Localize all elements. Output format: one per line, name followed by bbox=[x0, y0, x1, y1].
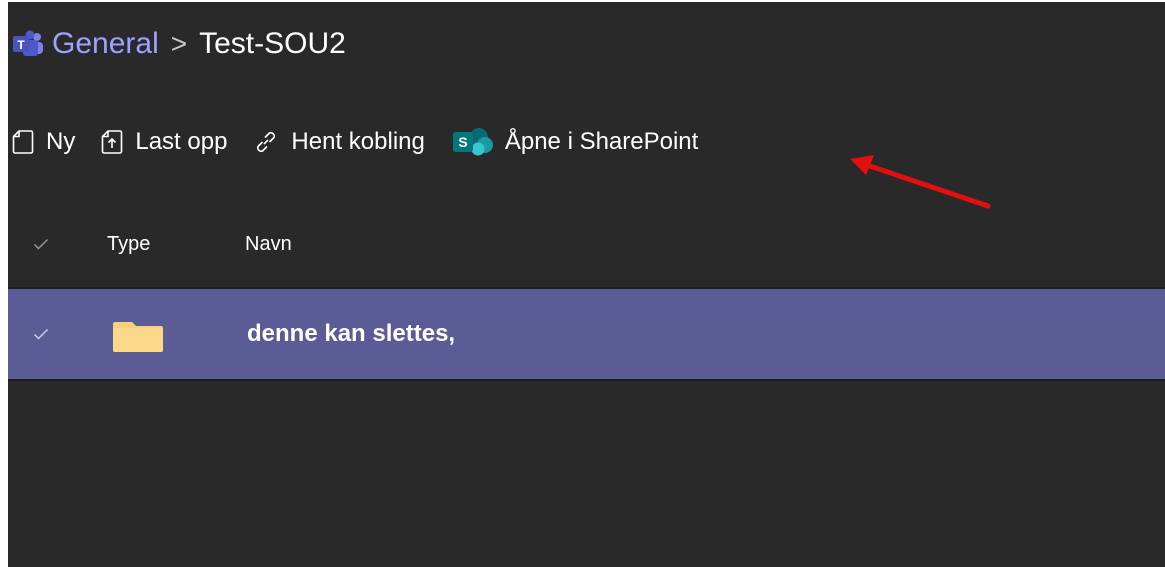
checkmark-icon bbox=[34, 329, 48, 340]
teams-logo-icon: T bbox=[12, 30, 44, 58]
annotation-arrow-icon bbox=[850, 155, 991, 209]
upload-button-label: Last opp bbox=[135, 128, 228, 155]
upload-button[interactable]: Last opp bbox=[101, 128, 227, 156]
row-checkbox[interactable] bbox=[8, 328, 74, 340]
svg-text:S: S bbox=[458, 134, 467, 150]
get-link-button-label: Hent kobling bbox=[291, 128, 425, 155]
get-link-button[interactable]: Hent kobling bbox=[253, 128, 425, 156]
select-all-checkbox[interactable] bbox=[8, 238, 74, 250]
breadcrumb-separator: > bbox=[170, 28, 188, 59]
new-button-label: Ny bbox=[46, 128, 76, 155]
sharepoint-logo-icon: S bbox=[451, 127, 497, 157]
link-icon bbox=[257, 131, 276, 153]
column-name-header[interactable]: Navn bbox=[245, 233, 292, 256]
column-header: Type Navn bbox=[8, 220, 1165, 268]
new-button[interactable]: Ny bbox=[12, 128, 75, 156]
svg-text:T: T bbox=[17, 38, 25, 52]
checkmark-icon bbox=[34, 239, 48, 250]
folder-icon bbox=[112, 321, 164, 358]
upload-icon bbox=[102, 130, 123, 154]
open-in-sharepoint-button[interactable]: S Åpne i SharePoint bbox=[451, 127, 698, 157]
breadcrumb: T General > Test-SOU2 bbox=[8, 2, 1165, 86]
open-in-sharepoint-label: Åpne i SharePoint bbox=[504, 128, 699, 155]
breadcrumb-general-link[interactable]: General bbox=[52, 27, 159, 61]
files-panel: T General > Test-SOU2 Ny Last opp Hent k… bbox=[8, 2, 1165, 567]
table-row[interactable]: denne kan slettes, bbox=[8, 287, 1165, 381]
breadcrumb-current: Test-SOU2 bbox=[199, 27, 346, 60]
new-file-icon bbox=[12, 130, 34, 154]
row-name[interactable]: denne kan slettes, bbox=[247, 320, 455, 348]
column-type-header[interactable]: Type bbox=[107, 233, 150, 256]
